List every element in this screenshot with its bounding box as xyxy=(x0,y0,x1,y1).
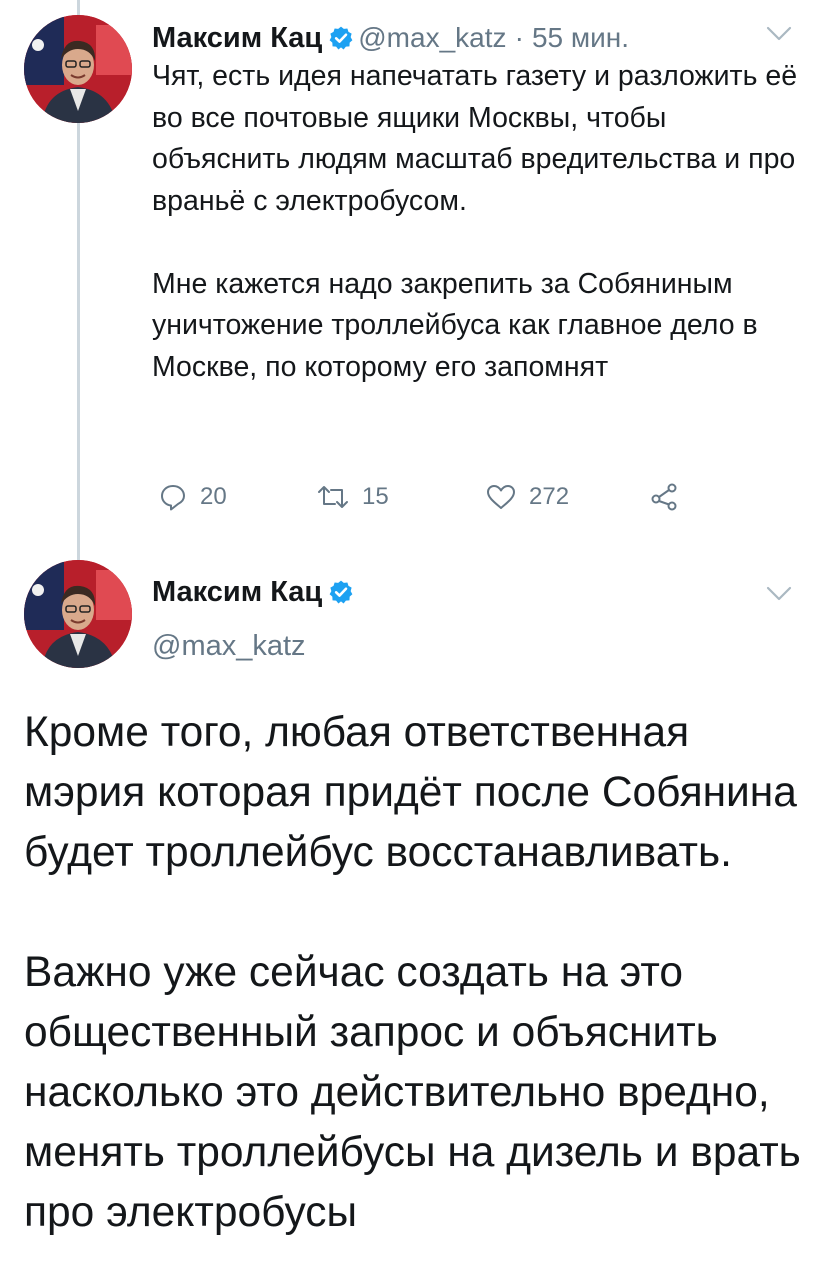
chevron-down-icon[interactable] xyxy=(766,26,792,42)
tweet-paragraph: Важно уже сейчас создать на это обществе… xyxy=(24,949,801,1236)
tweet-timestamp[interactable]: 55 мин. xyxy=(532,22,629,53)
like-button[interactable]: 272 xyxy=(485,477,569,517)
tweet-actions-bar: 20 15 272 xyxy=(152,477,712,517)
author-handle[interactable]: @max_katz xyxy=(358,22,506,53)
author-handle[interactable]: @max_katz xyxy=(152,628,306,664)
reply-count: 20 xyxy=(200,483,227,510)
avatar[interactable] xyxy=(24,560,132,668)
meta-separator: · xyxy=(514,22,524,53)
retweet-icon xyxy=(316,482,350,512)
tweet-paragraph: Чят, есть идея напечатать газету и разло… xyxy=(152,60,798,217)
author-name[interactable]: Максим Кац xyxy=(152,576,322,608)
author-name[interactable]: Максим Кац xyxy=(152,22,322,54)
share-button[interactable] xyxy=(648,477,680,517)
retweet-count: 15 xyxy=(362,483,389,510)
author-name-row: Максим Кац xyxy=(152,574,358,610)
verified-badge-icon xyxy=(328,25,354,51)
tweet-header: Максим Кац @max_katz · 55 мин. xyxy=(152,20,629,56)
share-icon xyxy=(648,482,680,512)
avatar[interactable] xyxy=(24,15,132,123)
verified-badge-icon xyxy=(328,579,354,605)
retweet-button[interactable]: 15 xyxy=(316,477,389,517)
chevron-down-icon[interactable] xyxy=(766,586,792,602)
reply-button[interactable]: 20 xyxy=(158,477,227,517)
like-count: 272 xyxy=(529,483,570,510)
reply-icon xyxy=(158,482,188,512)
tweet-text: Кроме того, любая ответственная мэрия ко… xyxy=(24,703,804,1243)
heart-icon xyxy=(485,482,517,512)
tweet-paragraph: Кроме того, любая ответственная мэрия ко… xyxy=(24,709,797,876)
tweet-paragraph: Мне кажется надо закрепить за Собяниным … xyxy=(152,267,758,383)
tweet-text: Чят, есть идея напечатать газету и разло… xyxy=(152,56,802,388)
